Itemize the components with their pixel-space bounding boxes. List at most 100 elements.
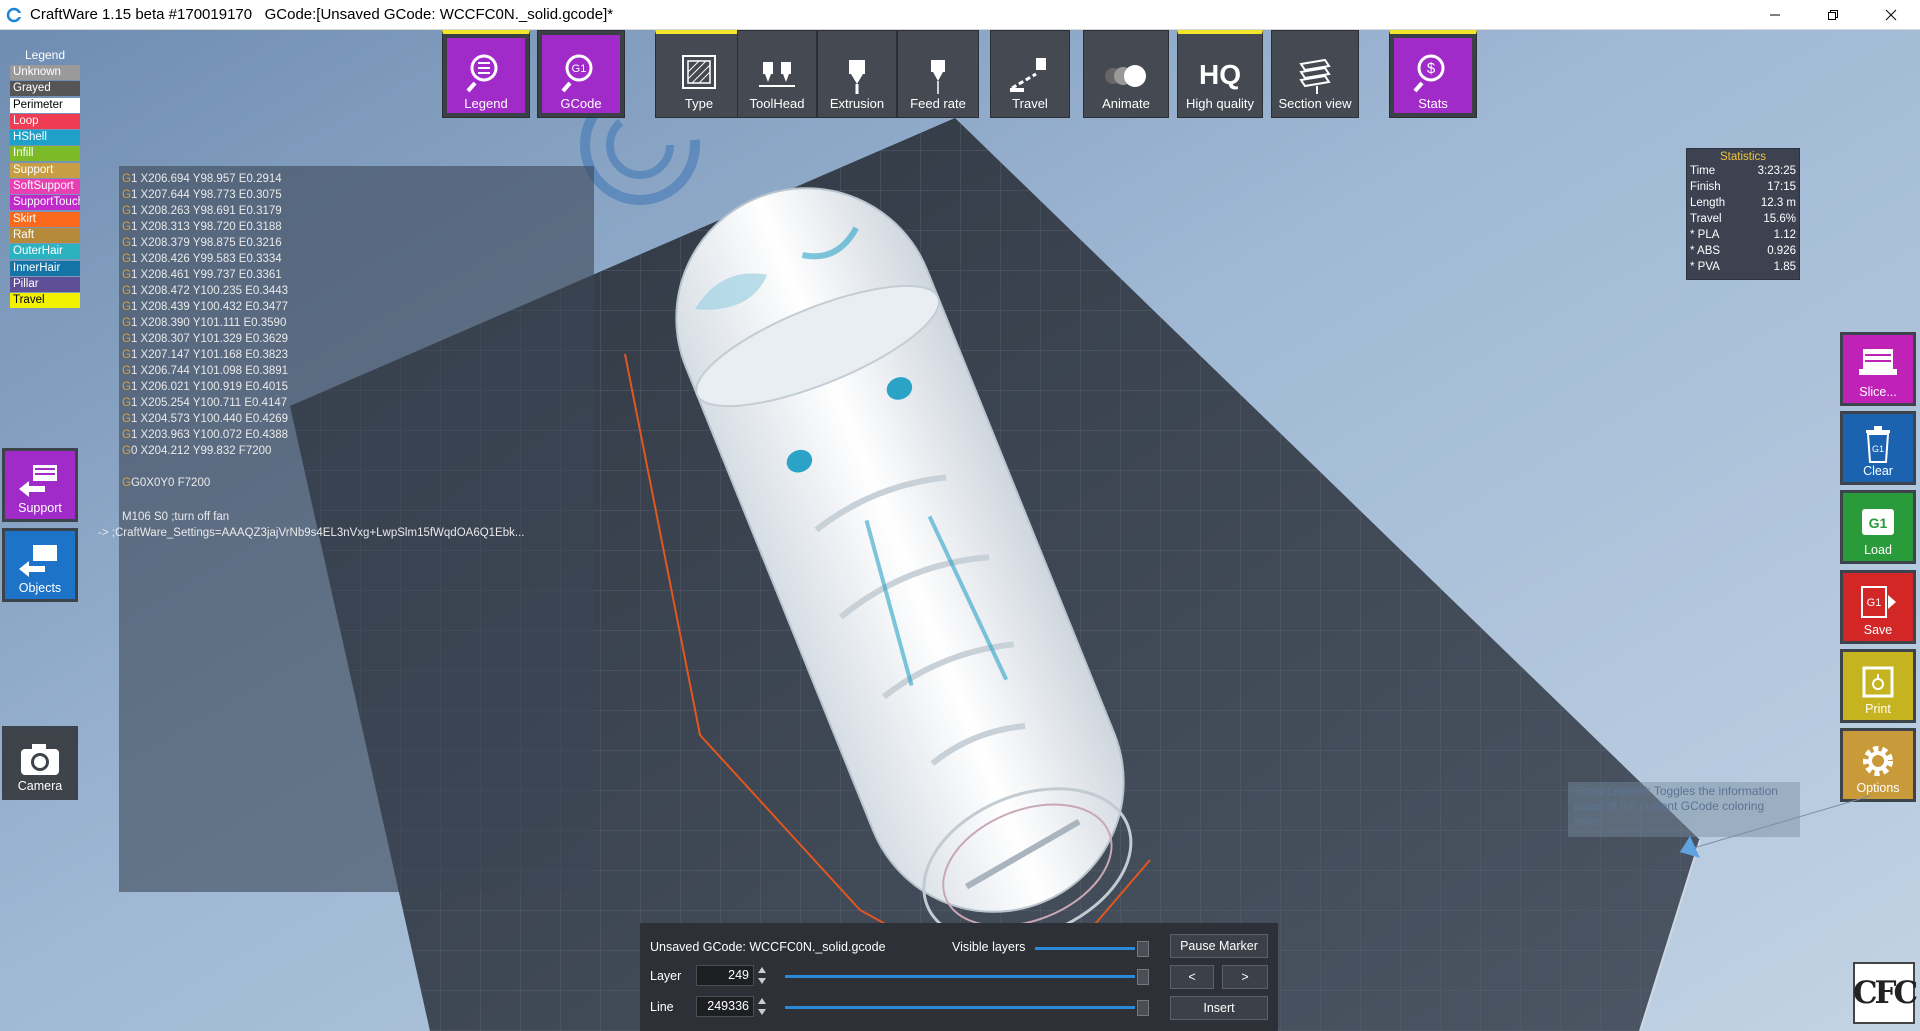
objects-button[interactable]: Objects — [2, 528, 78, 602]
line-value-field[interactable] — [696, 996, 754, 1017]
toolhead-toggle-button[interactable]: ToolHead — [737, 30, 817, 118]
minimize-icon — [1770, 14, 1780, 15]
legend-item-unknown: Unknown — [10, 65, 80, 80]
animate-toggle-button[interactable]: Animate — [1083, 30, 1169, 118]
gcode-params: 1 X208.313 Y98.720 E0.3188 — [130, 221, 282, 233]
layer-value-field[interactable] — [696, 965, 754, 986]
statistics-key: Time — [1690, 165, 1716, 177]
title-bar: CraftWare 1.15 beta #170019170 GCode:[Un… — [0, 0, 1920, 30]
restore-button[interactable] — [1804, 0, 1862, 29]
section-view-button-label: Section view — [1278, 96, 1352, 111]
legend-button-label: Legend — [464, 96, 508, 111]
gcode-line: G1 X208.472 Y100.235 E0.3443 — [119, 283, 594, 299]
statistics-key: Travel — [1690, 213, 1722, 225]
gcode-params: 1 X203.963 Y100.072 E0.4388 — [130, 429, 289, 441]
gcode-line: G1 X206.021 Y100.919 E0.4015 — [119, 379, 594, 395]
gcode-command: G — [122, 301, 131, 313]
gcode-params: 1 X208.390 Y101.111 E0.3590 — [130, 317, 287, 329]
restore-icon — [1828, 9, 1838, 20]
craftware-logo-icon — [6, 7, 22, 22]
save-button-label: Save — [1863, 623, 1893, 637]
gcode-command: G — [122, 221, 131, 233]
line-slider-handle[interactable] — [1137, 1000, 1149, 1016]
camera-button-label: Camera — [17, 779, 63, 793]
close-button[interactable] — [1862, 0, 1920, 29]
close-icon — [1885, 9, 1897, 20]
statistics-value: 12.3 m — [1760, 197, 1796, 209]
3d-viewport[interactable]: Legend G1 GCode Type ToolHead Extrusion … — [0, 30, 1920, 1031]
save-button[interactable]: G1 Save — [1840, 570, 1916, 644]
support-button[interactable]: Support — [2, 448, 78, 522]
gcode-command: G — [122, 333, 131, 345]
layer-spin-icon[interactable] — [756, 965, 768, 986]
gcode-line: G1 X208.461 Y99.737 E0.3361 — [119, 267, 594, 283]
feedrate-toggle-button[interactable]: Feed rate — [897, 30, 979, 118]
gcode-line: G1 X208.390 Y101.111 E0.3590 — [119, 315, 594, 331]
gcode-command: G — [122, 317, 131, 329]
travel-path-icon — [1010, 58, 1046, 92]
gcode-command: G — [122, 189, 131, 201]
support-arrow-icon — [19, 465, 57, 497]
visible-layers-slider-handle[interactable] — [1137, 941, 1149, 957]
travel-toggle-button[interactable]: Travel — [990, 30, 1070, 118]
gcode-command: G — [122, 349, 131, 361]
gcode-line: G1 X208.439 Y100.432 E0.3477 — [119, 299, 594, 315]
gcode-params: 1 X208.461 Y99.737 E0.3361 — [130, 269, 282, 281]
gcode-panel[interactable]: G1 X206.694 Y98.957 E0.2914 G1 X207.644 Y… — [98, 166, 594, 892]
pause-marker-button[interactable]: Pause Marker — [1170, 934, 1268, 958]
clear-button[interactable]: G1 Clear — [1840, 411, 1916, 485]
line-slider[interactable] — [785, 1006, 1135, 1009]
gcode-params: 1 X207.644 Y98.773 E0.3075 — [130, 189, 282, 201]
gcode-toggle-button[interactable]: G1 GCode — [537, 30, 625, 118]
objects-arrow-icon — [19, 545, 57, 577]
gcode-line-g0-text: G0X0Y0 F7200 — [130, 477, 211, 489]
statistics-row: Travel 15.6% — [1690, 211, 1796, 227]
load-button[interactable]: G1 Load — [1840, 490, 1916, 564]
layer-slider[interactable] — [785, 975, 1135, 978]
slice-button[interactable]: Slice... — [1840, 332, 1916, 406]
layer-slider-handle[interactable] — [1137, 969, 1149, 985]
gcode-command: G — [122, 237, 131, 249]
line-spin-icon[interactable] — [756, 996, 768, 1017]
gcode-line-settings: -> ;CraftWare_Settings=AAAQZ3jajVrNb9s4E… — [95, 525, 594, 541]
statistics-title: Statistics — [1719, 151, 1766, 163]
gcode-line: G1 X204.573 Y100.440 E0.4269 — [119, 411, 594, 427]
visible-layers-slider[interactable] — [1035, 947, 1135, 950]
insert-button[interactable]: Insert — [1170, 996, 1268, 1020]
stats-toggle-button[interactable]: $ Stats — [1389, 30, 1477, 118]
next-button[interactable]: > — [1222, 965, 1268, 989]
extrusion-toggle-button[interactable]: Extrusion — [817, 30, 897, 118]
print-icon — [1862, 666, 1894, 698]
legend-item-grayed: Grayed — [10, 81, 80, 97]
travel-button-label: Travel — [1012, 96, 1048, 111]
extrusion-button-label: Extrusion — [829, 96, 885, 111]
gcode-line: G1 X203.963 Y100.072 E0.4388 — [119, 427, 594, 443]
extrusion-nozzle-icon — [849, 60, 865, 94]
gcode-command: G — [122, 253, 131, 265]
minimize-button[interactable] — [1746, 0, 1804, 29]
gcode-line-g0: GG0X0Y0 F7200 — [122, 477, 211, 489]
slice-button-label: Slice... — [1859, 385, 1897, 399]
gcode-params: 1 X208.379 Y98.875 E0.3216 — [130, 237, 282, 249]
high-quality-toggle-button[interactable]: HQ High quality — [1177, 30, 1263, 118]
legend-item-pillar: Pillar — [10, 276, 80, 292]
type-toggle-button[interactable]: Type — [655, 30, 743, 118]
layer-control-panel: Unsaved GCode: WCCFC0N._solid.gcode Visi… — [640, 923, 1278, 1031]
statistics-row: * ABS 0.926 — [1690, 243, 1796, 259]
section-view-toggle-button[interactable]: Section view — [1271, 30, 1359, 118]
print-button[interactable]: Print — [1840, 649, 1916, 723]
statistics-key: Length — [1690, 197, 1726, 209]
gcode-line: G1 X207.644 Y98.773 E0.3075 — [119, 187, 594, 203]
statistics-value: 17:15 — [1767, 181, 1796, 193]
gcode-magnifier-icon: G1 — [561, 54, 593, 93]
gcode-button-label: GCode — [560, 96, 602, 111]
camera-button[interactable]: Camera — [2, 726, 78, 800]
prev-button[interactable]: < — [1170, 965, 1214, 989]
visible-layers-label: Visible layers — [952, 940, 1026, 954]
gcode-line: G1 X208.426 Y99.583 E0.3334 — [119, 251, 594, 267]
legend-toggle-button[interactable]: Legend — [442, 30, 530, 118]
gcode-current-line-arrow: -> — [98, 527, 109, 539]
gcode-params: 1 X208.439 Y100.432 E0.3477 — [130, 301, 289, 313]
legend-magnifier-icon — [466, 54, 498, 93]
section-layers-icon — [1299, 58, 1331, 94]
